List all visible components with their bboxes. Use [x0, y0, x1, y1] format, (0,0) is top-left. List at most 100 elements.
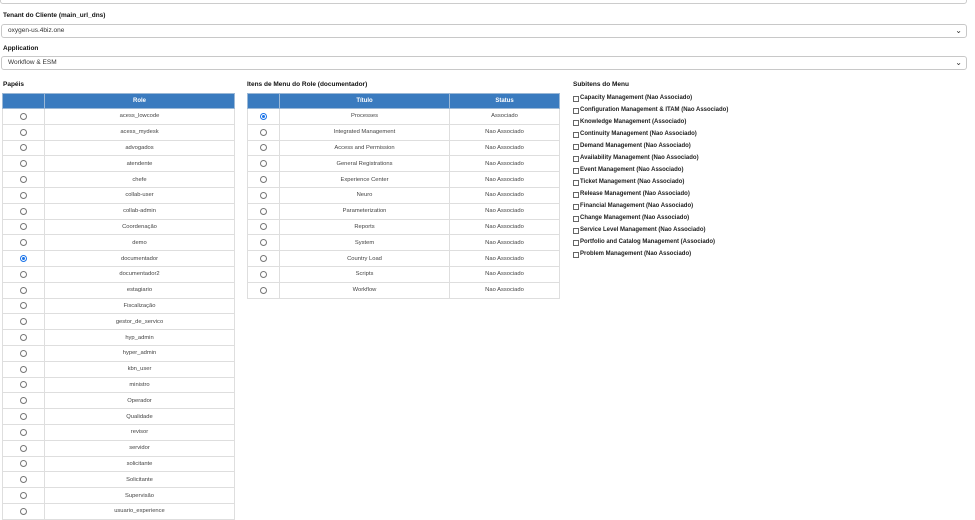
role-select-cell	[2, 202, 45, 220]
menu-radio[interactable]	[260, 128, 267, 136]
role-name: Solicitante	[44, 471, 235, 489]
menu-radio[interactable]	[260, 112, 267, 120]
role-radio[interactable]	[20, 207, 27, 215]
role-radio[interactable]	[20, 476, 27, 484]
table-row[interactable]: Supervisão	[2, 487, 235, 504]
subitem-checkbox[interactable]	[573, 252, 579, 258]
menu-item-status: Nao Associado	[449, 186, 560, 204]
role-radio[interactable]	[20, 334, 27, 342]
subitem-checkbox[interactable]	[573, 144, 579, 150]
table-row[interactable]: kbn_user	[2, 360, 235, 378]
menu-radio[interactable]	[260, 255, 267, 263]
role-radio[interactable]	[20, 128, 27, 136]
table-row[interactable]: General Registrations Nao Associado	[247, 155, 560, 173]
menu-radio[interactable]	[260, 286, 267, 294]
table-row[interactable]: demo	[2, 234, 235, 252]
table-row[interactable]: Integrated Management Nao Associado	[247, 123, 560, 141]
role-radio[interactable]	[20, 286, 27, 294]
table-row[interactable]: Neuro Nao Associado	[247, 186, 560, 204]
table-row[interactable]: servidor	[2, 439, 235, 457]
role-radio[interactable]	[20, 413, 27, 421]
table-row[interactable]: usuario_experience	[2, 502, 235, 520]
table-row[interactable]: acess_mydesk	[2, 123, 235, 141]
menu-radio[interactable]	[260, 160, 267, 168]
table-row[interactable]: Country Load Nao Associado	[247, 250, 560, 267]
role-radio[interactable]	[20, 349, 27, 357]
table-row[interactable]: estagiario	[2, 281, 235, 299]
menu-radio[interactable]	[260, 239, 267, 247]
role-name: demo	[44, 234, 235, 252]
table-row[interactable]: Access and Permission Nao Associado	[247, 139, 560, 157]
table-row[interactable]: acess_lowcode	[2, 108, 235, 125]
subitem-checkbox[interactable]	[573, 96, 579, 102]
role-radio[interactable]	[20, 255, 27, 263]
role-radio[interactable]	[20, 507, 27, 515]
table-row[interactable]: documentador2	[2, 265, 235, 283]
role-radio[interactable]	[20, 397, 27, 405]
menu-radio[interactable]	[260, 176, 267, 184]
table-row[interactable]: hyp_admin	[2, 329, 235, 346]
subitem-checkbox[interactable]	[573, 168, 579, 174]
role-radio[interactable]	[20, 492, 27, 499]
subitem-checkbox[interactable]	[573, 192, 579, 198]
role-radio[interactable]	[20, 239, 27, 247]
menu-radio[interactable]	[260, 223, 267, 231]
subitem-checkbox[interactable]	[573, 240, 579, 246]
table-row[interactable]: collab-admin	[2, 202, 235, 220]
table-row[interactable]: hyper_admin	[2, 344, 235, 362]
table-row[interactable]: Operador	[2, 392, 235, 410]
menu-radio[interactable]	[260, 191, 267, 199]
menu-radio[interactable]	[260, 207, 267, 215]
role-radio[interactable]	[20, 270, 27, 278]
role-radio[interactable]	[20, 318, 27, 326]
table-row[interactable]: Experience Center Nao Associado	[247, 171, 560, 188]
subitem-checkbox[interactable]	[573, 132, 579, 138]
top-field-cut[interactable]	[0, 0, 967, 4]
role-radio[interactable]	[20, 428, 27, 436]
table-row[interactable]: Reports Nao Associado	[247, 218, 560, 236]
role-radio[interactable]	[20, 176, 27, 184]
table-row[interactable]: ministro	[2, 376, 235, 394]
subitem-checkbox[interactable]	[573, 180, 579, 186]
role-select-cell	[2, 502, 45, 520]
application-select[interactable]: Workflow & ESM ⌄	[1, 56, 967, 70]
table-row[interactable]: advogados	[2, 139, 235, 157]
role-radio[interactable]	[20, 444, 27, 452]
role-radio[interactable]	[20, 112, 27, 120]
table-row[interactable]: Workflow Nao Associado	[247, 281, 560, 299]
menu-radio[interactable]	[260, 144, 267, 152]
table-row[interactable]: gestor_de_servico	[2, 313, 235, 331]
table-row[interactable]: Coordenação	[2, 218, 235, 236]
role-radio[interactable]	[20, 223, 27, 231]
table-row[interactable]: Scripts Nao Associado	[247, 265, 560, 283]
menu-radio[interactable]	[260, 270, 267, 278]
role-radio[interactable]	[20, 160, 27, 168]
subitem-checkbox[interactable]	[573, 216, 579, 222]
table-row[interactable]: Processes Associado	[247, 108, 560, 125]
table-row[interactable]: atendente	[2, 155, 235, 173]
menu-item-title: Experience Center	[279, 171, 450, 188]
table-row[interactable]: Qualidade	[2, 408, 235, 425]
role-radio[interactable]	[20, 302, 27, 310]
role-radio[interactable]	[20, 365, 27, 373]
subitem-checkbox[interactable]	[573, 108, 579, 114]
table-row[interactable]: collab-user	[2, 186, 235, 204]
tenant-select[interactable]: oxygen-us.4biz.one ⌄	[1, 24, 967, 38]
subitem-checkbox[interactable]	[573, 228, 579, 234]
table-row[interactable]: documentador	[2, 250, 235, 267]
menu-item-status: Nao Associado	[449, 155, 560, 173]
table-row[interactable]: Parameterization Nao Associado	[247, 202, 560, 220]
role-radio[interactable]	[20, 381, 27, 389]
table-row[interactable]: revisor	[2, 423, 235, 441]
table-row[interactable]: solicitante	[2, 455, 235, 473]
role-radio[interactable]	[20, 460, 27, 468]
table-row[interactable]: Solicitante	[2, 471, 235, 489]
subitem-checkbox[interactable]	[573, 204, 579, 210]
role-radio[interactable]	[20, 191, 27, 199]
table-row[interactable]: chefe	[2, 171, 235, 188]
table-row[interactable]: Fiscalização	[2, 297, 235, 315]
table-row[interactable]: System Nao Associado	[247, 234, 560, 252]
role-radio[interactable]	[20, 144, 27, 152]
subitem-checkbox[interactable]	[573, 120, 579, 126]
subitem-checkbox[interactable]	[573, 156, 579, 162]
